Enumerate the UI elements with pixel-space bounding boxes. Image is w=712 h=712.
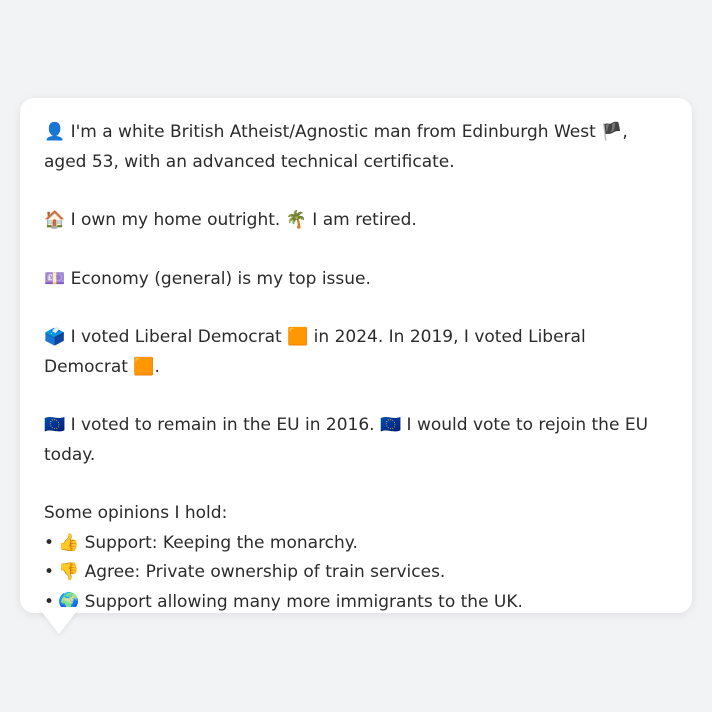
opinion-item: • 👎 Agree: Private ownership of train ser…: [44, 558, 672, 588]
bullet-icon: •: [44, 532, 55, 553]
issue-text: Economy (general) is my top issue.: [65, 268, 371, 289]
person-icon: 👤: [44, 122, 66, 142]
identity-paragraph: 👤 I'm a white British Atheist/Agnostic m…: [44, 118, 672, 177]
opinion-item: • 👍 Support: Keeping the monarchy.: [44, 529, 672, 559]
opinions-heading: Some opinions I hold:: [44, 503, 228, 523]
opinions-list: • 👍 Support: Keeping the monarchy. • 👎 Agr…: [44, 529, 672, 618]
opinion-item: • 🌍 Support allowing many more immigrants…: [44, 588, 672, 618]
bubble-tail: [38, 607, 80, 634]
thumbs-down-icon: 👎: [58, 562, 80, 582]
orange-square-icon: 🟧: [287, 327, 309, 347]
vote-text-end: .: [154, 356, 160, 377]
eu-paragraph: 🇪🇺 I voted to remain in the EU in 2016. …: [44, 411, 672, 470]
money-icon: 💷: [44, 268, 66, 289]
bullet-icon: •: [44, 562, 55, 582]
opinion-text: Support allowing many more immigrants to…: [79, 591, 523, 612]
thumbs-up-icon: 👍: [58, 532, 80, 553]
house-icon: 🏠: [44, 210, 66, 230]
eu-2016-text: I voted to remain in the EU in 2016.: [65, 415, 380, 435]
retired-text: I am retired.: [306, 210, 417, 230]
home-paragraph: 🏠 I own my home outright. 🌴 I am retired…: [44, 206, 672, 236]
profile-message-bubble: 👤 I'm a white British Atheist/Agnostic m…: [20, 98, 692, 613]
orange-square-icon: 🟧: [133, 356, 155, 377]
opinion-text: Agree: Private ownership of train servic…: [79, 562, 446, 582]
identity-text: I'm a white British Atheist/Agnostic man…: [65, 122, 602, 142]
vote-paragraph: 🗳️ I voted Liberal Democrat 🟧 in 2024. I…: [44, 323, 672, 382]
issue-paragraph: 💷 Economy (general) is my top issue.: [44, 265, 672, 295]
scotland-flag-icon: 🏴: [601, 122, 623, 142]
ballot-box-icon: 🗳️: [44, 327, 66, 347]
vote-text-2024: I voted Liberal Democrat: [65, 327, 288, 347]
palm-tree-icon: 🌴: [285, 210, 307, 230]
opinion-text: Support: Keeping the monarchy.: [79, 532, 358, 553]
eu-flag-icon: 🇪🇺: [379, 415, 402, 435]
eu-flag-icon: 🇪🇺: [44, 415, 66, 435]
home-text: I own my home outright.: [65, 210, 286, 230]
